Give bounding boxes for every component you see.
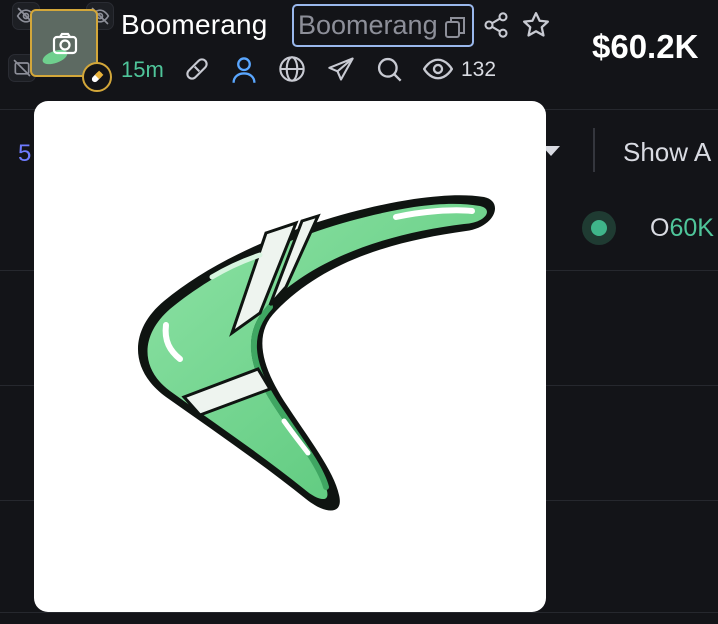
token-age: 15m: [121, 57, 164, 82]
telegram-icon[interactable]: [327, 55, 355, 83]
globe-icon[interactable]: [278, 55, 306, 83]
boomerang-image: [137, 195, 496, 511]
open-prefix: O: [650, 214, 670, 242]
partial-number: 5: [18, 140, 32, 167]
search-icon[interactable]: [375, 55, 403, 83]
token-header: Boomerang Boomerang $60.2K 15m 132: [0, 0, 718, 110]
share-icon[interactable]: [482, 11, 510, 39]
user-icon[interactable]: [230, 55, 258, 85]
status-dot: [591, 220, 607, 236]
token-name: Boomerang: [121, 9, 268, 40]
bandage-icon[interactable]: [183, 55, 211, 83]
divider: [593, 128, 595, 172]
view-count: 132: [461, 58, 497, 81]
market-cap-price: $60.2K: [592, 28, 699, 65]
camera-icon: [52, 32, 78, 55]
open-value: 60K: [669, 214, 714, 242]
ohlc-open: O60K: [650, 214, 714, 243]
show-all-button[interactable]: Show A: [623, 137, 711, 168]
star-icon[interactable]: [521, 10, 551, 40]
eye-icon: [423, 58, 453, 80]
token-meta-row: 15m 132: [0, 53, 520, 85]
token-ticker: Boomerang: [298, 10, 438, 40]
row-divider: [0, 612, 718, 613]
ticker-copy-button[interactable]: Boomerang: [292, 4, 474, 47]
image-preview-popup: [34, 101, 546, 612]
copy-icon: [445, 17, 465, 38]
status-indicator: [582, 211, 616, 245]
